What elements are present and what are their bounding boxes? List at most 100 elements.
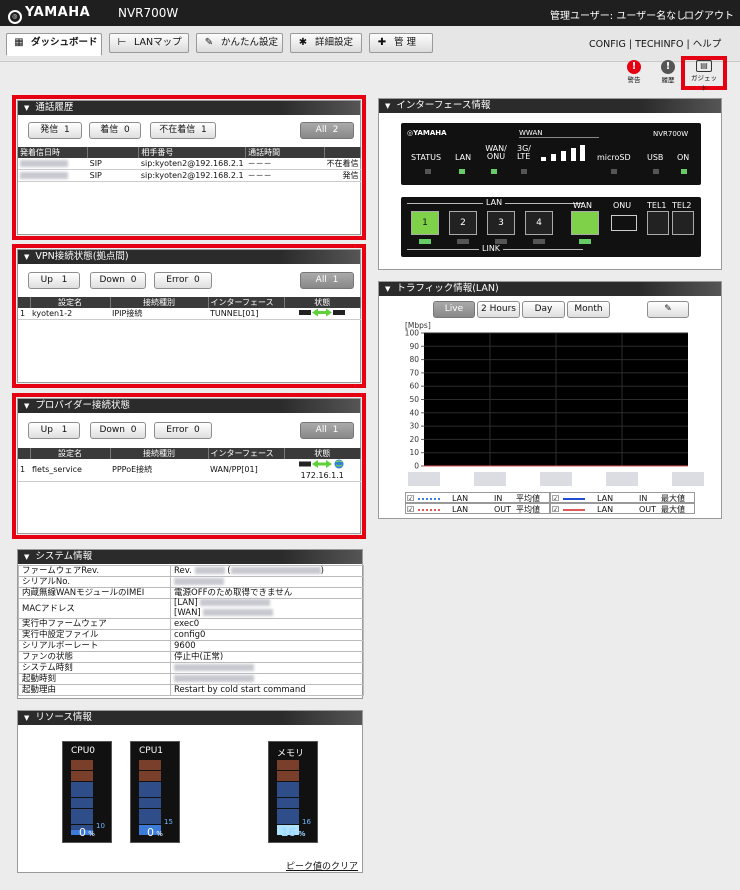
- redacted-text: [174, 578, 224, 585]
- meter-segment: [139, 770, 161, 776]
- missed-filter-button[interactable]: 不在着信 1: [150, 122, 216, 139]
- lan-group-label: LAN: [483, 198, 506, 207]
- traffic-2hours-button[interactable]: 2 Hours: [477, 301, 520, 318]
- collapse-icon[interactable]: ▼: [385, 102, 390, 110]
- history-icon: !: [661, 60, 675, 74]
- help-link[interactable]: ヘルプ: [693, 39, 722, 50]
- interface-info-panel: ▼ インターフェース情報 ◎YAMAHA WWAN NVR700W STATUS …: [378, 98, 722, 270]
- system-info-table: ファームウェアRev. Rev. () シリアルNo. 内蔵無線WANモジュールの…: [18, 565, 364, 696]
- collapse-icon[interactable]: ▼: [24, 402, 29, 410]
- vpn-up-filter-button[interactable]: Up 1: [28, 272, 80, 289]
- vpn-table: 設定名 接続種別 インターフェース 状態 1 kyoten1-2 IPIP接続 …: [18, 297, 361, 320]
- lan-port-3[interactable]: 3: [487, 211, 515, 235]
- meter-segment: [139, 776, 161, 782]
- provider-down-filter-button[interactable]: Down 0: [90, 422, 146, 439]
- vpn-connected-icon: [284, 308, 361, 320]
- vpn-down-filter-button[interactable]: Down 0: [90, 272, 146, 289]
- tab-lanmap[interactable]: ⊢ LANマップ: [109, 33, 189, 53]
- power-led: [681, 169, 687, 174]
- led-label-microsd: microSD: [597, 153, 631, 162]
- provider-table: 設定名 接続種別 インターフェース 状態 1 flets_service PPP…: [18, 448, 361, 482]
- yamaha-logo: ◎ YAMAHA: [8, 5, 90, 24]
- warning-icon: !: [627, 60, 641, 74]
- onu-port[interactable]: [611, 215, 637, 231]
- checkbox-icon[interactable]: ☑: [407, 504, 414, 515]
- clear-peak-link[interactable]: ピーク値のクリア: [286, 859, 358, 872]
- led-label-usb: USB: [647, 153, 664, 162]
- history-status[interactable]: ! 履歴: [656, 60, 680, 84]
- gadget-icon: ▤: [696, 60, 712, 72]
- panel-title: ▼ プロバイダー接続状態: [18, 399, 360, 413]
- y-tick-label: 50: [409, 395, 419, 404]
- incoming-filter-button[interactable]: 着信 0: [89, 122, 141, 139]
- meter-segment: [139, 760, 161, 765]
- table-row[interactable]: 1 kyoten1-2 IPIP接続 TUNNEL[01]: [18, 308, 361, 320]
- traffic-chart: [Mbps]0102030405060708090100: [405, 321, 704, 486]
- traffic-day-button[interactable]: Day: [522, 301, 565, 318]
- tab-easy-setup[interactable]: ✎ かんたん設定: [196, 33, 283, 53]
- table-header: 設定名 接続種別 インターフェース 状態: [18, 448, 361, 459]
- legend-swatch: [563, 509, 585, 511]
- outgoing-filter-button[interactable]: 発信 1: [28, 122, 82, 139]
- lan-port-4[interactable]: 4: [525, 211, 553, 235]
- table-row[interactable]: 1 flets_service PPPoE接続 WAN/PP[01] 172.1…: [18, 459, 361, 482]
- tel2-label: TEL2: [672, 201, 692, 210]
- legend-item[interactable]: ☑ LAN IN 最大値: [550, 492, 695, 503]
- traffic-month-button[interactable]: Month: [567, 301, 610, 318]
- table-row[interactable]: SIP sip:kyoten2@192.168.2.1 －－－ 不在着信: [18, 158, 361, 170]
- lan-port-2[interactable]: 2: [449, 211, 477, 235]
- device-brand: ◎YAMAHA: [407, 129, 447, 137]
- warning-status[interactable]: ! 警告: [622, 60, 646, 84]
- redacted-time-label: [540, 472, 572, 486]
- y-tick-label: 100: [405, 329, 420, 338]
- tab-dashboard[interactable]: ▦ ダッシュボード: [6, 33, 102, 56]
- traffic-edit-button[interactable]: ✎: [647, 301, 689, 318]
- vpn-error-filter-button[interactable]: Error 0: [154, 272, 212, 289]
- traffic-live-button[interactable]: Live: [433, 301, 475, 318]
- config-link[interactable]: CONFIG: [589, 39, 626, 50]
- link-label: LINK: [479, 244, 504, 253]
- table-row: 実行中ファームウェア exec0: [18, 618, 364, 630]
- legend-item[interactable]: ☑ LAN OUT 最大値: [550, 503, 695, 514]
- all-filter-button[interactable]: All 2: [300, 122, 354, 139]
- meter-value: 0 %: [79, 826, 95, 839]
- techinfo-link[interactable]: TECHINFO: [635, 39, 683, 50]
- vpn-all-filter-button[interactable]: All 1: [300, 272, 354, 289]
- provider-up-filter-button[interactable]: Up 1: [28, 422, 80, 439]
- collapse-icon[interactable]: ▼: [24, 104, 29, 112]
- tel1-port[interactable]: [647, 211, 669, 235]
- meter-memory: メモリ 16 16 %: [268, 741, 318, 843]
- legend-item[interactable]: ☑ LAN IN 平均値: [405, 492, 550, 503]
- table-row[interactable]: SIP sip:kyoten2@192.168.2.1 －－－ 発信: [18, 169, 361, 182]
- legend-text: 最大値: [661, 505, 685, 514]
- internet-connected-icon: [299, 459, 344, 469]
- meter-segment: [277, 797, 299, 803]
- table-row: 起動理由 Restart by cold start command: [18, 684, 364, 696]
- lan-port-1[interactable]: 1: [411, 211, 439, 235]
- provider-error-filter-button[interactable]: Error 0: [154, 422, 212, 439]
- collapse-icon[interactable]: ▼: [24, 714, 29, 722]
- tab-advanced-settings[interactable]: ✱ 詳細設定: [290, 33, 362, 53]
- wan-port[interactable]: [571, 211, 599, 235]
- redacted-text: [200, 599, 271, 606]
- led-label-wan-onu: WAN/ ONU: [485, 144, 507, 161]
- collapse-icon[interactable]: ▼: [385, 285, 390, 293]
- tab-management[interactable]: ✚ 管 理: [369, 33, 433, 53]
- logout-link[interactable]: ログアウト: [684, 7, 734, 22]
- lan1-link-led: [419, 239, 431, 244]
- panel-title: ▼ VPN接続状態(拠点間): [18, 250, 360, 264]
- checkbox-icon[interactable]: ☑: [552, 504, 559, 515]
- meter-segment: [71, 760, 93, 765]
- microsd-led: [611, 169, 617, 174]
- gadget-button[interactable]: ▤ ガジェット: [689, 60, 719, 92]
- system-info-panel: ▼ システム情報 ファームウェアRev. Rev. () シリアルNo. 内蔵無線W…: [17, 549, 364, 699]
- collapse-icon[interactable]: ▼: [24, 253, 29, 261]
- table-row: システム時刻: [18, 662, 364, 674]
- table-row: シリアルボーレート 9600: [18, 640, 364, 652]
- tel2-port[interactable]: [672, 211, 694, 235]
- collapse-icon[interactable]: ▼: [24, 553, 29, 561]
- meter-segment: [71, 819, 93, 825]
- provider-all-filter-button[interactable]: All 1: [300, 422, 354, 439]
- meter-segment: [277, 792, 299, 798]
- legend-item[interactable]: ☑ LAN OUT 平均値: [405, 503, 550, 514]
